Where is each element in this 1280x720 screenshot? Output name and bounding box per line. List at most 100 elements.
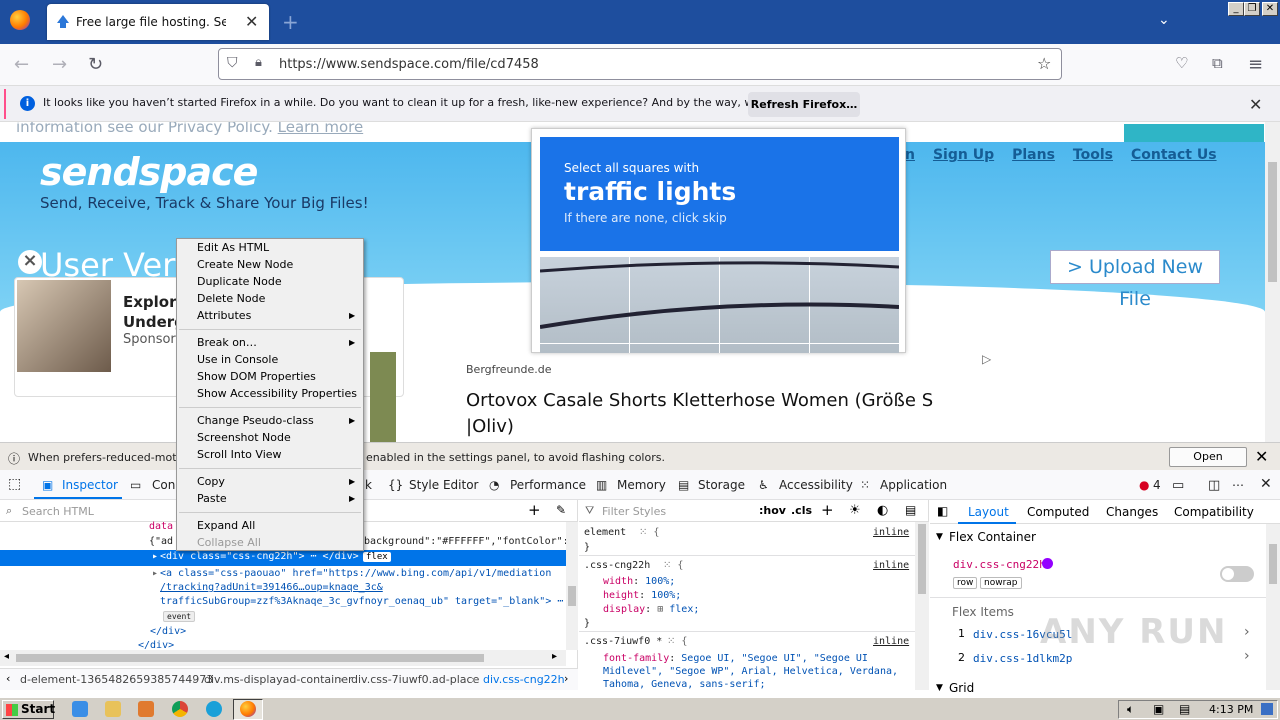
reload-icon[interactable]: ↻ (88, 54, 103, 75)
flex-container-node[interactable]: div.css-cng22h (953, 558, 1046, 571)
captcha-image-grid[interactable] (540, 257, 899, 353)
more-options-icon[interactable]: ⋯ (1232, 478, 1244, 492)
flex-item-node[interactable]: div.css-1dlkm2p (973, 652, 1072, 665)
tab-close-icon[interactable]: ✕ (245, 12, 258, 31)
chevron-right-icon[interactable]: › (1244, 648, 1250, 664)
back-icon[interactable]: ← (14, 54, 29, 75)
menu-edit-as-html[interactable]: Edit As HTML (197, 241, 269, 254)
rules-scrollbar[interactable] (915, 522, 929, 690)
html-line[interactable]: data (149, 521, 173, 532)
chrome-icon[interactable] (172, 701, 188, 717)
scrollbar-thumb[interactable] (568, 586, 576, 606)
close-ad-icon[interactable]: × (18, 250, 42, 274)
extensions-icon[interactable]: ⧉ (1212, 54, 1223, 72)
breadcrumb-next-icon[interactable]: › (564, 672, 568, 685)
menu-attributes[interactable]: Attributes (197, 309, 251, 322)
tab-layout[interactable]: Layout (968, 505, 1009, 519)
filter-styles-input[interactable]: Filter Styles (602, 505, 666, 518)
layout-scrollbar[interactable] (1266, 524, 1280, 690)
property-value[interactable]: flex; (669, 604, 699, 615)
ie-icon[interactable] (72, 701, 88, 717)
page-scrollbar[interactable] (1265, 122, 1280, 442)
grid-heading[interactable]: Grid (949, 681, 974, 695)
scroll-right-icon[interactable]: ▸ (552, 651, 557, 662)
declaration[interactable]: font-family: Segoe UI, "Segoe UI", "Sego… (603, 652, 903, 691)
show-desktop-icon[interactable] (1261, 703, 1273, 715)
flex-container-heading[interactable]: Flex Container (949, 530, 1036, 544)
close-devtools-icon[interactable]: ✕ (1260, 476, 1272, 492)
scrollbar-thumb[interactable] (918, 524, 926, 594)
nav-contact-us[interactable]: Contact Us (1131, 147, 1217, 163)
tab-changes[interactable]: Changes (1106, 505, 1158, 519)
new-tab-button[interactable]: + (282, 10, 299, 34)
rule-selector[interactable]: element (584, 527, 626, 538)
edge-icon[interactable] (206, 701, 222, 717)
add-node-icon[interactable]: + (528, 501, 541, 519)
notification-close-icon[interactable]: ✕ (1249, 95, 1262, 114)
flex-toggle-icon[interactable]: ⊞ (657, 604, 663, 615)
chevron-right-icon[interactable]: › (1244, 624, 1250, 640)
tab-inspector[interactable]: Inspector (62, 478, 118, 492)
cls-button[interactable]: .cls (791, 504, 812, 517)
expand-arrow-icon[interactable]: ▸ (152, 551, 158, 562)
collapse-arrow-icon[interactable]: ▼ (936, 532, 943, 542)
tab-memory[interactable]: Memory (617, 478, 666, 492)
open-settings-button[interactable]: Open Settings (1169, 447, 1247, 481)
declaration[interactable]: height: 100%; (603, 590, 681, 601)
tab-performance[interactable]: Performance (510, 478, 586, 492)
url-text[interactable]: https://www.sendspace.com/file/cd7458 (279, 57, 539, 72)
declaration[interactable]: display: ⊞ flex; (603, 604, 699, 615)
hov-button[interactable]: :hov (759, 504, 786, 517)
scroll-left-icon[interactable]: ◂ (4, 651, 9, 662)
dock-icon[interactable]: ◫ (1208, 478, 1220, 493)
menu-duplicate-node[interactable]: Duplicate Node (197, 275, 282, 288)
close-window-button[interactable]: ✕ (1262, 2, 1278, 16)
rule-origin[interactable]: inline (873, 636, 909, 647)
pocket-icon[interactable]: ♡ (1175, 54, 1188, 72)
html-line[interactable]: <a class="css-paouao" href="https://www.… (160, 568, 551, 579)
ad-choices-icon[interactable]: ▷ (982, 352, 991, 366)
forward-icon[interactable]: → (52, 54, 67, 75)
tab-compatibility[interactable]: Compatibility (1174, 505, 1254, 519)
menu-copy[interactable]: Copy (197, 475, 225, 488)
menu-scroll-into-view[interactable]: Scroll Into View (197, 448, 282, 461)
network-icon[interactable]: ▣ (1153, 702, 1164, 716)
lock-icon[interactable]: 🔒︎ (255, 55, 262, 70)
responsive-mode-icon[interactable]: ▭ (1172, 478, 1184, 493)
scrollbar-thumb[interactable] (16, 654, 484, 662)
url-bar[interactable]: ⛉ 🔒︎ https://www.sendspace.com/file/cd74… (218, 48, 1062, 80)
refresh-firefox-button[interactable]: Refresh Firefox… (748, 92, 860, 117)
tab-storage[interactable]: Storage (698, 478, 745, 492)
search-html-input[interactable]: Search HTML (22, 505, 94, 518)
toggle-sidebar-icon[interactable]: ◧ (937, 504, 948, 518)
firefox-taskbar-button[interactable] (233, 699, 263, 720)
error-icon[interactable]: ● (1139, 478, 1149, 492)
breadcrumb-prev-icon[interactable]: ‹ (6, 672, 10, 685)
html-line[interactable]: /tracking?adUnit=391466…oup=knaqe_3c& (160, 582, 383, 593)
flex-badge[interactable]: flex (363, 552, 391, 562)
menu-expand-all[interactable]: Expand All (197, 519, 255, 532)
shield-icon[interactable]: ⛉ (227, 55, 238, 71)
upload-new-file-button[interactable]: > Upload New File (1050, 250, 1220, 310)
nav-login[interactable]: n (905, 147, 915, 163)
menu-show-dom-properties[interactable]: Show DOM Properties (197, 370, 316, 383)
eyedropper-icon[interactable]: ✎ (556, 503, 566, 517)
highlight-toggle[interactable] (1220, 566, 1254, 582)
html-line[interactable]: trafficSubGroup=zzf%3Aknaqe_3c_gvfnoyr_o… (160, 596, 563, 607)
product-image[interactable] (370, 352, 396, 442)
expand-arrow-icon[interactable]: ▸ (152, 568, 158, 579)
media-player-icon[interactable] (138, 701, 154, 717)
sendspace-logo[interactable]: sendspace (40, 150, 258, 194)
nav-plans[interactable]: Plans (1012, 147, 1055, 163)
list-all-tabs-icon[interactable]: ⌄ (1158, 12, 1170, 28)
menu-create-new-node[interactable]: Create New Node (197, 258, 293, 271)
volume-icon[interactable]: 🔈︎ (1127, 702, 1134, 717)
nav-tools[interactable]: Tools (1073, 147, 1113, 163)
dark-mode-icon[interactable]: ◐ (877, 503, 888, 518)
menu-delete-node[interactable]: Delete Node (197, 292, 265, 305)
nav-sign-up[interactable]: Sign Up (933, 147, 994, 163)
collapse-arrow-icon[interactable]: ▼ (936, 683, 943, 693)
tab-style-editor[interactable]: Style Editor (409, 478, 478, 492)
print-mode-icon[interactable]: ▤ (905, 503, 916, 517)
breadcrumb-item[interactable]: div.ms-displayad-container (204, 673, 352, 686)
